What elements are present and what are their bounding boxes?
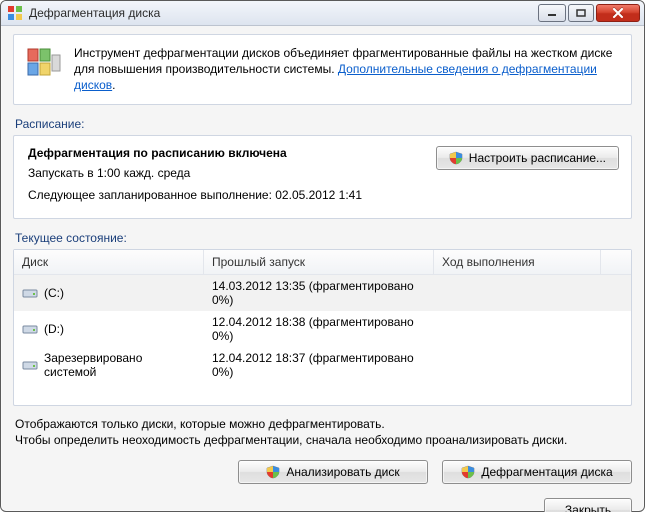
table-row[interactable]: (D:) 12.04.2012 18:38 (фрагментировано 0… bbox=[14, 311, 631, 347]
info-text: Инструмент дефрагментации дисков объедин… bbox=[74, 45, 619, 94]
close-button[interactable] bbox=[596, 4, 640, 22]
info-panel: Инструмент дефрагментации дисков объедин… bbox=[13, 34, 632, 105]
uac-shield-icon bbox=[461, 465, 475, 479]
defragment-disk-label: Дефрагментация диска bbox=[481, 465, 612, 479]
window-controls bbox=[536, 4, 640, 22]
schedule-status-title: Дефрагментация по расписанию включена bbox=[28, 146, 436, 160]
info-text-suffix: . bbox=[112, 78, 115, 92]
schedule-next-run: Следующее запланированное выполнение: 02… bbox=[28, 188, 619, 202]
table-row[interactable]: (C:) 14.03.2012 13:35 (фрагментировано 0… bbox=[14, 275, 631, 311]
minimize-button[interactable] bbox=[538, 4, 566, 22]
disk-name: (D:) bbox=[44, 322, 64, 336]
table-row[interactable]: Зарезервировано системой 12.04.2012 18:3… bbox=[14, 347, 631, 383]
drive-icon bbox=[22, 322, 38, 336]
configure-schedule-button[interactable]: Настроить расписание... bbox=[436, 146, 619, 170]
column-disk[interactable]: Диск bbox=[14, 250, 204, 274]
maximize-button[interactable] bbox=[568, 4, 594, 22]
content-area: Инструмент дефрагментации дисков объедин… bbox=[1, 26, 644, 512]
disk-last-run: 12.04.2012 18:38 (фрагментировано 0%) bbox=[212, 315, 426, 343]
table-body: (C:) 14.03.2012 13:35 (фрагментировано 0… bbox=[14, 275, 631, 405]
close-dialog-button[interactable]: Закрыть bbox=[544, 498, 632, 512]
disk-last-run: 12.04.2012 18:37 (фрагментировано 0%) bbox=[212, 351, 426, 379]
defrag-large-icon bbox=[26, 45, 62, 81]
close-row: Закрыть bbox=[13, 498, 632, 512]
table-header: Диск Прошлый запуск Ход выполнения bbox=[14, 250, 631, 275]
drive-icon bbox=[22, 286, 38, 300]
analyze-disk-label: Анализировать диск bbox=[286, 465, 399, 479]
status-label: Текущее состояние: bbox=[15, 231, 632, 245]
schedule-panel: Дефрагментация по расписанию включена За… bbox=[13, 135, 632, 219]
disk-defragmenter-window: Дефрагментация диска bbox=[0, 0, 645, 512]
disk-name: Зарезервировано системой bbox=[44, 351, 196, 379]
column-last-run[interactable]: Прошлый запуск bbox=[204, 250, 434, 274]
schedule-run-at: Запускать в 1:00 кажд. среда bbox=[28, 166, 436, 180]
uac-shield-icon bbox=[449, 151, 463, 165]
disk-last-run: 14.03.2012 13:35 (фрагментировано 0%) bbox=[212, 279, 426, 307]
defragment-disk-button[interactable]: Дефрагментация диска bbox=[442, 460, 632, 484]
uac-shield-icon bbox=[266, 465, 280, 479]
notes: Отображаются только диски, которые можно… bbox=[15, 416, 630, 448]
drive-icon bbox=[22, 358, 38, 372]
app-icon bbox=[7, 5, 23, 21]
note-line-1: Отображаются только диски, которые можно… bbox=[15, 416, 630, 432]
titlebar[interactable]: Дефрагментация диска bbox=[1, 1, 644, 26]
disk-name: (C:) bbox=[44, 286, 64, 300]
note-line-2: Чтобы определить неоходимость дефрагмент… bbox=[15, 432, 630, 448]
status-panel: Диск Прошлый запуск Ход выполнения (C:) … bbox=[13, 249, 632, 406]
window-title: Дефрагментация диска bbox=[29, 6, 160, 20]
configure-schedule-label: Настроить расписание... bbox=[469, 151, 606, 165]
column-spacer bbox=[601, 250, 631, 274]
column-progress[interactable]: Ход выполнения bbox=[434, 250, 601, 274]
action-row: Анализировать диск Дефрагментация диска bbox=[13, 460, 632, 484]
close-dialog-label: Закрыть bbox=[565, 503, 611, 512]
analyze-disk-button[interactable]: Анализировать диск bbox=[238, 460, 428, 484]
schedule-label: Расписание: bbox=[15, 117, 632, 131]
